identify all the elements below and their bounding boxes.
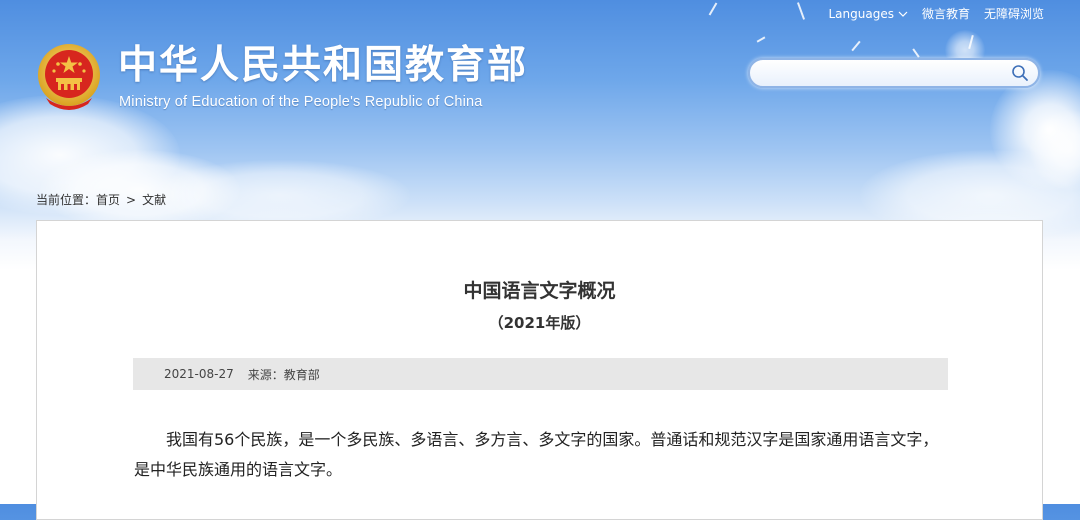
- site-title-en[interactable]: Ministry of Education of the People's Re…: [119, 94, 483, 110]
- article-date: 2021-08-27: [164, 367, 234, 381]
- article-panel: 中国语言文字概况 （2021年版） 2021-08-27 来源：教育部 我国有5…: [36, 220, 1043, 520]
- breadcrumb-home[interactable]: 首页: [96, 191, 120, 208]
- site-title-cn[interactable]: 中华人民共和国教育部: [118, 42, 528, 90]
- weibo-education-link[interactable]: 微言教育: [922, 5, 970, 22]
- article-meta-bar: 2021-08-27 来源：教育部: [133, 358, 948, 390]
- languages-dropdown[interactable]: Languages: [828, 6, 908, 21]
- search-input[interactable]: [764, 63, 1004, 85]
- languages-label: Languages: [828, 6, 894, 21]
- search-icon[interactable]: [1011, 64, 1029, 82]
- article-body-paragraph: 我国有56个民族，是一个多民族、多语言、多方言、多文字的国家。普通话和规范汉字是…: [134, 430, 939, 479]
- top-links: Languages 微言教育 无障碍浏览: [828, 5, 1044, 22]
- national-emblem-icon[interactable]: [36, 42, 102, 112]
- article-subtitle: （2021年版）: [488, 314, 591, 332]
- chevron-down-icon: [898, 11, 908, 17]
- article-source: 来源：教育部: [247, 367, 320, 382]
- accessibility-link[interactable]: 无障碍浏览: [984, 5, 1044, 22]
- breadcrumb: 当前位置： 首页 > 文献: [36, 191, 166, 208]
- breadcrumb-separator: >: [126, 192, 137, 207]
- breadcrumb-label: 当前位置：: [36, 193, 97, 207]
- search-box: [748, 58, 1040, 88]
- breadcrumb-documents[interactable]: 文献: [142, 191, 166, 208]
- article-title: 中国语言文字概况: [463, 280, 616, 302]
